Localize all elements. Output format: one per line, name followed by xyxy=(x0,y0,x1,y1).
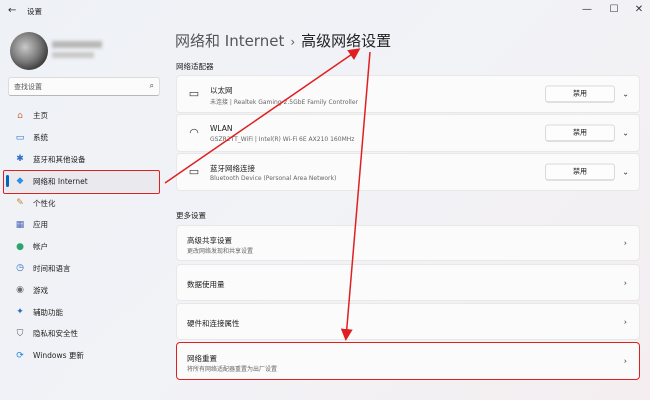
setting-title: 数据使用量 xyxy=(187,280,225,289)
app-title: 设置 xyxy=(27,7,42,16)
gamepad-icon: ◉ xyxy=(16,285,24,296)
sidebar-item-privacy[interactable]: ⛉ 隐私和安全性 xyxy=(4,323,160,345)
breadcrumb-parent[interactable]: 网络和 Internet xyxy=(175,32,284,50)
sidebar-item-home[interactable]: ⌂ 主页 xyxy=(4,105,160,127)
user-profile[interactable] xyxy=(8,30,158,70)
section-label-more-settings: 更多设置 xyxy=(176,211,206,220)
sidebar-item-system[interactable]: ▭ 系统 xyxy=(4,127,160,149)
adapter-title: 蓝牙网络连接 xyxy=(210,164,255,173)
shield-icon: ⛉ xyxy=(16,328,24,339)
sidebar-item-accounts[interactable]: ● 帐户 xyxy=(4,236,160,258)
setting-subtitle: 更改网络发现和共享设置 xyxy=(187,248,254,255)
bluetooth-network-icon: ▭ xyxy=(188,165,200,178)
sidebar-item-label: 个性化 xyxy=(33,198,56,208)
profile-name-blurred xyxy=(52,41,102,48)
sidebar-item-windows-update[interactable]: ⟳ Windows 更新 xyxy=(4,345,160,367)
setting-title: 高级共享设置 xyxy=(187,236,232,245)
sidebar-item-label: 主页 xyxy=(33,111,48,121)
adapter-subtitle: 未连接 | Realtek Gaming 2.5GbE Family Contr… xyxy=(210,99,358,106)
breadcrumb: 网络和 Internet › 高级网络设置 xyxy=(175,30,391,51)
avatar xyxy=(10,32,48,70)
chevron-right-icon: › xyxy=(290,35,296,49)
home-icon: ⌂ xyxy=(17,110,23,121)
sidebar-item-label: 应用 xyxy=(33,220,48,230)
ethernet-icon: ▭ xyxy=(188,87,200,100)
monitor-icon: ▭ xyxy=(15,132,25,143)
sidebar-nav: ⌂ 主页 ▭ 系统 ✱ 蓝牙和其他设备 ◆ 网络和 Internet ✎ 个性化… xyxy=(4,105,160,367)
accessibility-icon: ✦ xyxy=(16,307,24,318)
update-icon: ⟳ xyxy=(16,350,24,361)
page-title: 高级网络设置 xyxy=(301,32,392,50)
sidebar-item-personalization[interactable]: ✎ 个性化 xyxy=(4,192,160,214)
data-usage[interactable]: 数据使用量 › xyxy=(176,264,640,301)
profile-email-blurred xyxy=(52,52,94,58)
adapter-card-bluetooth[interactable]: ▭ 蓝牙网络连接 Bluetooth Device (Personal Area… xyxy=(176,153,640,191)
sidebar-item-label: Windows 更新 xyxy=(33,351,84,361)
disable-button[interactable]: 禁用 xyxy=(545,85,615,103)
adapter-title: 以太网 xyxy=(210,86,233,95)
chevron-right-icon: › xyxy=(623,278,627,287)
sidebar-item-label: 游戏 xyxy=(33,285,48,295)
setting-title: 硬件和连接属性 xyxy=(187,319,240,328)
adapter-title: WLAN xyxy=(210,124,233,133)
annotation-highlight-network xyxy=(3,170,160,194)
sidebar-item-label: 蓝牙和其他设备 xyxy=(33,154,86,164)
wifi-icon: ◠ xyxy=(189,126,199,139)
minimize-button[interactable]: — xyxy=(580,3,594,17)
chevron-down-icon[interactable]: ⌄ xyxy=(622,90,629,99)
chevron-down-icon[interactable]: ⌄ xyxy=(622,129,629,138)
adapter-subtitle: GSZR2TT_WiFi | Intel(R) Wi-Fi 6E AX210 1… xyxy=(210,136,355,143)
chevron-down-icon[interactable]: ⌄ xyxy=(622,168,629,177)
adapter-card-ethernet[interactable]: ▭ 以太网 未连接 | Realtek Gaming 2.5GbE Family… xyxy=(176,75,640,113)
apps-icon: ▦ xyxy=(15,219,25,230)
maximize-button[interactable]: ☐ xyxy=(607,3,621,17)
sidebar-item-label: 辅助功能 xyxy=(33,307,63,317)
sidebar-item-label: 时间和语言 xyxy=(33,263,71,273)
sidebar-item-apps[interactable]: ▦ 应用 xyxy=(4,214,160,236)
person-icon: ● xyxy=(16,241,24,252)
close-button[interactable]: ✕ xyxy=(632,3,646,17)
advanced-sharing-settings[interactable]: 高级共享设置 更改网络发现和共享设置 › xyxy=(176,225,640,261)
search-input[interactable] xyxy=(14,80,139,93)
back-arrow-icon[interactable]: ← xyxy=(8,5,20,17)
search-box[interactable]: ⌕ xyxy=(8,77,160,96)
chevron-right-icon: › xyxy=(623,356,627,366)
sidebar-item-label: 帐户 xyxy=(33,242,48,252)
section-label-adapters: 网络适配器 xyxy=(176,62,214,71)
sidebar-item-time-language[interactable]: ◷ 时间和语言 xyxy=(4,258,160,280)
sidebar-item-gaming[interactable]: ◉ 游戏 xyxy=(4,279,160,301)
disable-button[interactable]: 禁用 xyxy=(545,124,615,142)
setting-subtitle: 将所有网络适配器重置为出厂设置 xyxy=(187,366,278,373)
hardware-connection-properties[interactable]: 硬件和连接属性 › xyxy=(176,303,640,340)
sidebar-item-accessibility[interactable]: ✦ 辅助功能 xyxy=(4,301,160,323)
sidebar-item-label: 系统 xyxy=(33,133,48,143)
sidebar-item-bluetooth[interactable]: ✱ 蓝牙和其他设备 xyxy=(4,149,160,171)
network-reset[interactable]: 网络重置 将所有网络适配器重置为出厂设置 › xyxy=(176,342,640,380)
chevron-right-icon: › xyxy=(623,317,627,326)
setting-title: 网络重置 xyxy=(187,354,217,363)
brush-icon: ✎ xyxy=(16,198,24,209)
adapter-subtitle: Bluetooth Device (Personal Area Network) xyxy=(210,175,337,182)
disable-button[interactable]: 禁用 xyxy=(545,163,615,181)
search-icon[interactable]: ⌕ xyxy=(150,81,154,91)
adapter-card-wlan[interactable]: ◠ WLAN GSZR2TT_WiFi | Intel(R) Wi-Fi 6E … xyxy=(176,114,640,152)
bluetooth-icon: ✱ xyxy=(16,154,24,165)
sidebar-item-label: 隐私和安全性 xyxy=(33,329,78,339)
clock-globe-icon: ◷ xyxy=(16,263,24,274)
chevron-right-icon: › xyxy=(623,238,627,248)
title-bar: ← 设置 — ☐ ✕ xyxy=(0,0,650,22)
